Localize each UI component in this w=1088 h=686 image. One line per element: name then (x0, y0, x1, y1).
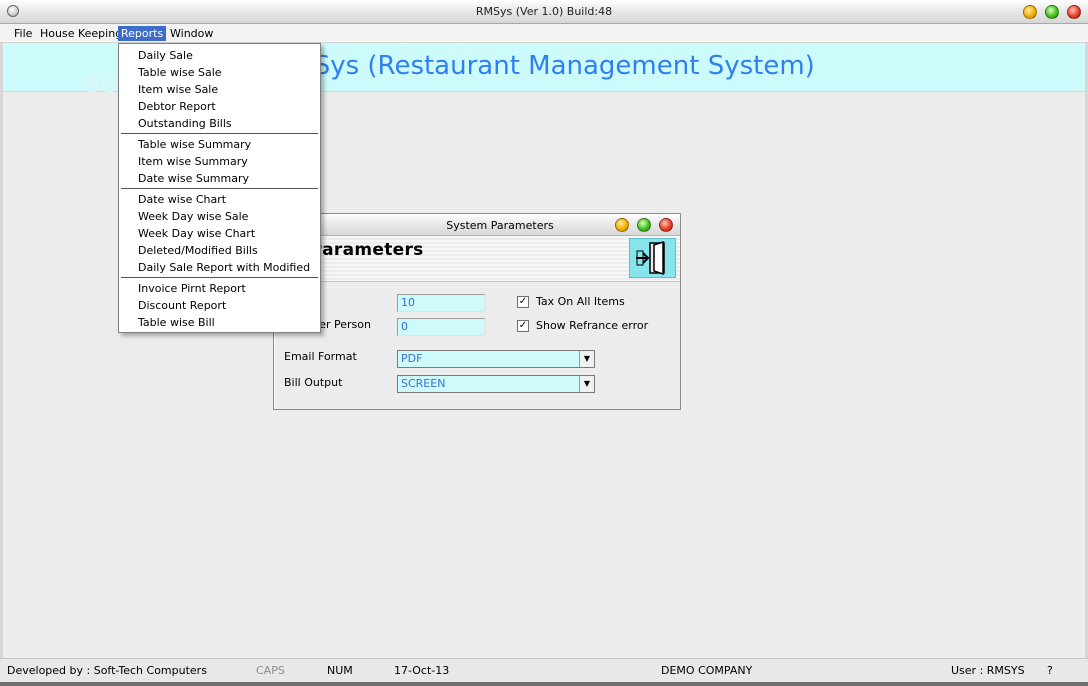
dialog-header: System Parameters (231, 236, 680, 282)
menu-reports[interactable]: Reports (118, 26, 167, 41)
menu-separator (121, 188, 318, 190)
email-format-select[interactable]: PDF ▼ (397, 350, 595, 368)
menu-item-table-wise-sale[interactable]: Table wise Sale (138, 66, 222, 80)
bill-output-value: SCREEN (401, 377, 446, 390)
window-bottom-border (0, 682, 1088, 686)
system-parameters-dialog: System Parameters System Parameters 10 P… (231, 213, 681, 410)
dialog-close-button[interactable] (659, 218, 673, 232)
menu-window[interactable]: Window (167, 26, 216, 41)
menu-item-date-wise-chart[interactable]: Date wise Chart (138, 193, 226, 207)
status-date: 17-Oct-13 (394, 664, 450, 677)
status-developer: Developed by : Soft-Tech Computers (7, 664, 207, 677)
menu-item-date-wise-summary[interactable]: Date wise Summary (138, 172, 249, 186)
status-bar: Developed by : Soft-Tech Computers CAPS … (0, 658, 1088, 682)
exit-button[interactable] (629, 238, 676, 278)
dialog-title-bar[interactable]: System Parameters (274, 214, 680, 236)
chevron-down-icon[interactable]: ▼ (579, 351, 594, 367)
workspace-left-edge (0, 43, 3, 658)
maximize-button[interactable] (1045, 5, 1059, 19)
bill-output-select[interactable]: SCREEN ▼ (397, 375, 595, 393)
field2-label: Per Person (313, 318, 371, 331)
menu-separator (121, 133, 318, 135)
main-title-bar[interactable]: RMSys (Ver 1.0) Build:48 (0, 0, 1088, 24)
menu-separator (121, 277, 318, 279)
menu-item-table-wise-bill[interactable]: Table wise Bill (138, 316, 215, 330)
menu-item-week-day-wise-sale[interactable]: Week Day wise Sale (138, 210, 248, 224)
menu-item-item-wise-sale[interactable]: Item wise Sale (138, 83, 218, 97)
status-company: DEMO COMPANY (661, 664, 753, 677)
help-button[interactable]: ? (1047, 664, 1053, 677)
menu-item-outstanding-bills[interactable]: Outstanding Bills (138, 117, 232, 131)
menu-item-item-wise-summary[interactable]: Item wise Summary (138, 155, 248, 169)
refrance-checkbox[interactable]: ✓ (517, 320, 529, 332)
menu-bar: File House Keeping Reports Window (0, 24, 1088, 43)
menu-house-keeping[interactable]: House Keeping (37, 26, 125, 41)
field1-input[interactable]: 10 (397, 294, 485, 312)
tax-label: Tax On All Items (536, 295, 625, 308)
bill-output-label: Bill Output (284, 376, 343, 389)
tax-checkbox[interactable]: ✓ (517, 296, 529, 308)
email-format-label: Email Format (284, 350, 357, 363)
exit-door-icon (636, 240, 665, 276)
menu-file[interactable]: File (11, 26, 35, 41)
menu-item-debtor-report[interactable]: Debtor Report (138, 100, 216, 114)
chevron-down-icon[interactable]: ▼ (579, 376, 594, 392)
field2-input[interactable]: 0 (397, 318, 485, 336)
reports-dropdown-menu: Daily Sale Table wise Sale Item wise Sal… (118, 43, 321, 333)
dialog-maximize-button[interactable] (637, 218, 651, 232)
menu-item-table-wise-summary[interactable]: Table wise Summary (138, 138, 251, 152)
menu-item-week-day-wise-chart[interactable]: Week Day wise Chart (138, 227, 255, 241)
menu-item-daily-sale-report-with-modified[interactable]: Daily Sale Report with Modified (138, 261, 310, 275)
status-num: NUM (327, 664, 353, 677)
refrance-label: Show Refrance error (536, 319, 649, 332)
menu-item-discount-report[interactable]: Discount Report (138, 299, 226, 313)
status-caps: CAPS (256, 664, 285, 677)
status-user: User : RMSYS (951, 664, 1025, 677)
dialog-minimize-button[interactable] (615, 218, 629, 232)
minimize-button[interactable] (1023, 5, 1037, 19)
email-format-value: PDF (401, 352, 423, 365)
menu-item-daily-sale[interactable]: Daily Sale (138, 49, 193, 63)
close-button[interactable] (1067, 5, 1081, 19)
app-title: RMSys (Ver 1.0) Build:48 (475, 5, 613, 18)
menu-item-deleted-modified-bills[interactable]: Deleted/Modified Bills (138, 244, 258, 258)
menu-item-invoice-pirnt-report[interactable]: Invoice Pirnt Report (138, 282, 246, 296)
